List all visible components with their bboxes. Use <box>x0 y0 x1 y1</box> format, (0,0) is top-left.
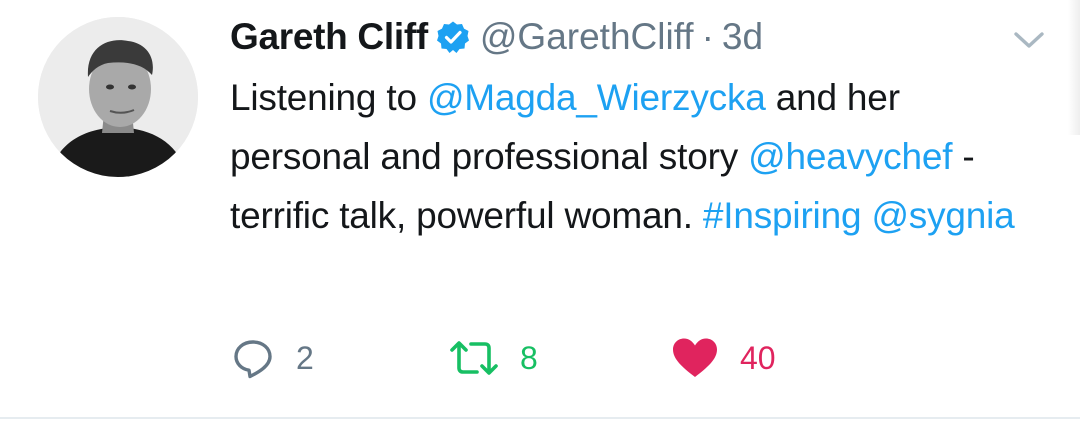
avatar-photo <box>38 17 198 177</box>
text-segment <box>861 195 871 236</box>
avatar[interactable] <box>38 17 198 177</box>
retweet-icon <box>450 341 498 375</box>
mention-link[interactable]: @heavychef <box>748 136 952 177</box>
author-name[interactable]: Gareth Cliff <box>230 16 428 58</box>
tweet-text: Listening to @Magda_Wierzycka and her pe… <box>230 68 1050 245</box>
tweet-timestamp[interactable]: 3d <box>722 16 763 58</box>
retweet-count: 8 <box>520 339 538 376</box>
tweet-card[interactable]: Gareth Cliff @GarethCliff · 3d Listening… <box>0 0 1080 421</box>
heart-icon <box>673 338 717 377</box>
scrollbar[interactable] <box>1068 0 1080 135</box>
author-handle[interactable]: @GarethCliff <box>480 16 694 58</box>
hashtag-link[interactable]: #Inspiring <box>703 195 862 236</box>
reply-count: 2 <box>296 339 314 376</box>
verified-badge-icon <box>436 20 470 54</box>
tweet-actions: 2 8 40 <box>230 330 830 386</box>
chevron-down-icon[interactable] <box>1010 25 1048 55</box>
mention-link[interactable]: @Magda_Wierzycka <box>427 77 766 118</box>
retweet-button[interactable]: 8 <box>448 330 538 386</box>
header-separator: · <box>701 16 714 57</box>
mention-link[interactable]: @sygnia <box>871 195 1014 236</box>
tweet-divider <box>0 417 1080 419</box>
text-segment: Listening to <box>230 77 427 118</box>
reply-icon <box>234 340 272 379</box>
like-button[interactable]: 40 <box>670 330 776 386</box>
like-count: 40 <box>740 339 776 376</box>
tweet-header: Gareth Cliff @GarethCliff · 3d <box>230 14 763 60</box>
reply-button[interactable]: 2 <box>230 330 314 386</box>
